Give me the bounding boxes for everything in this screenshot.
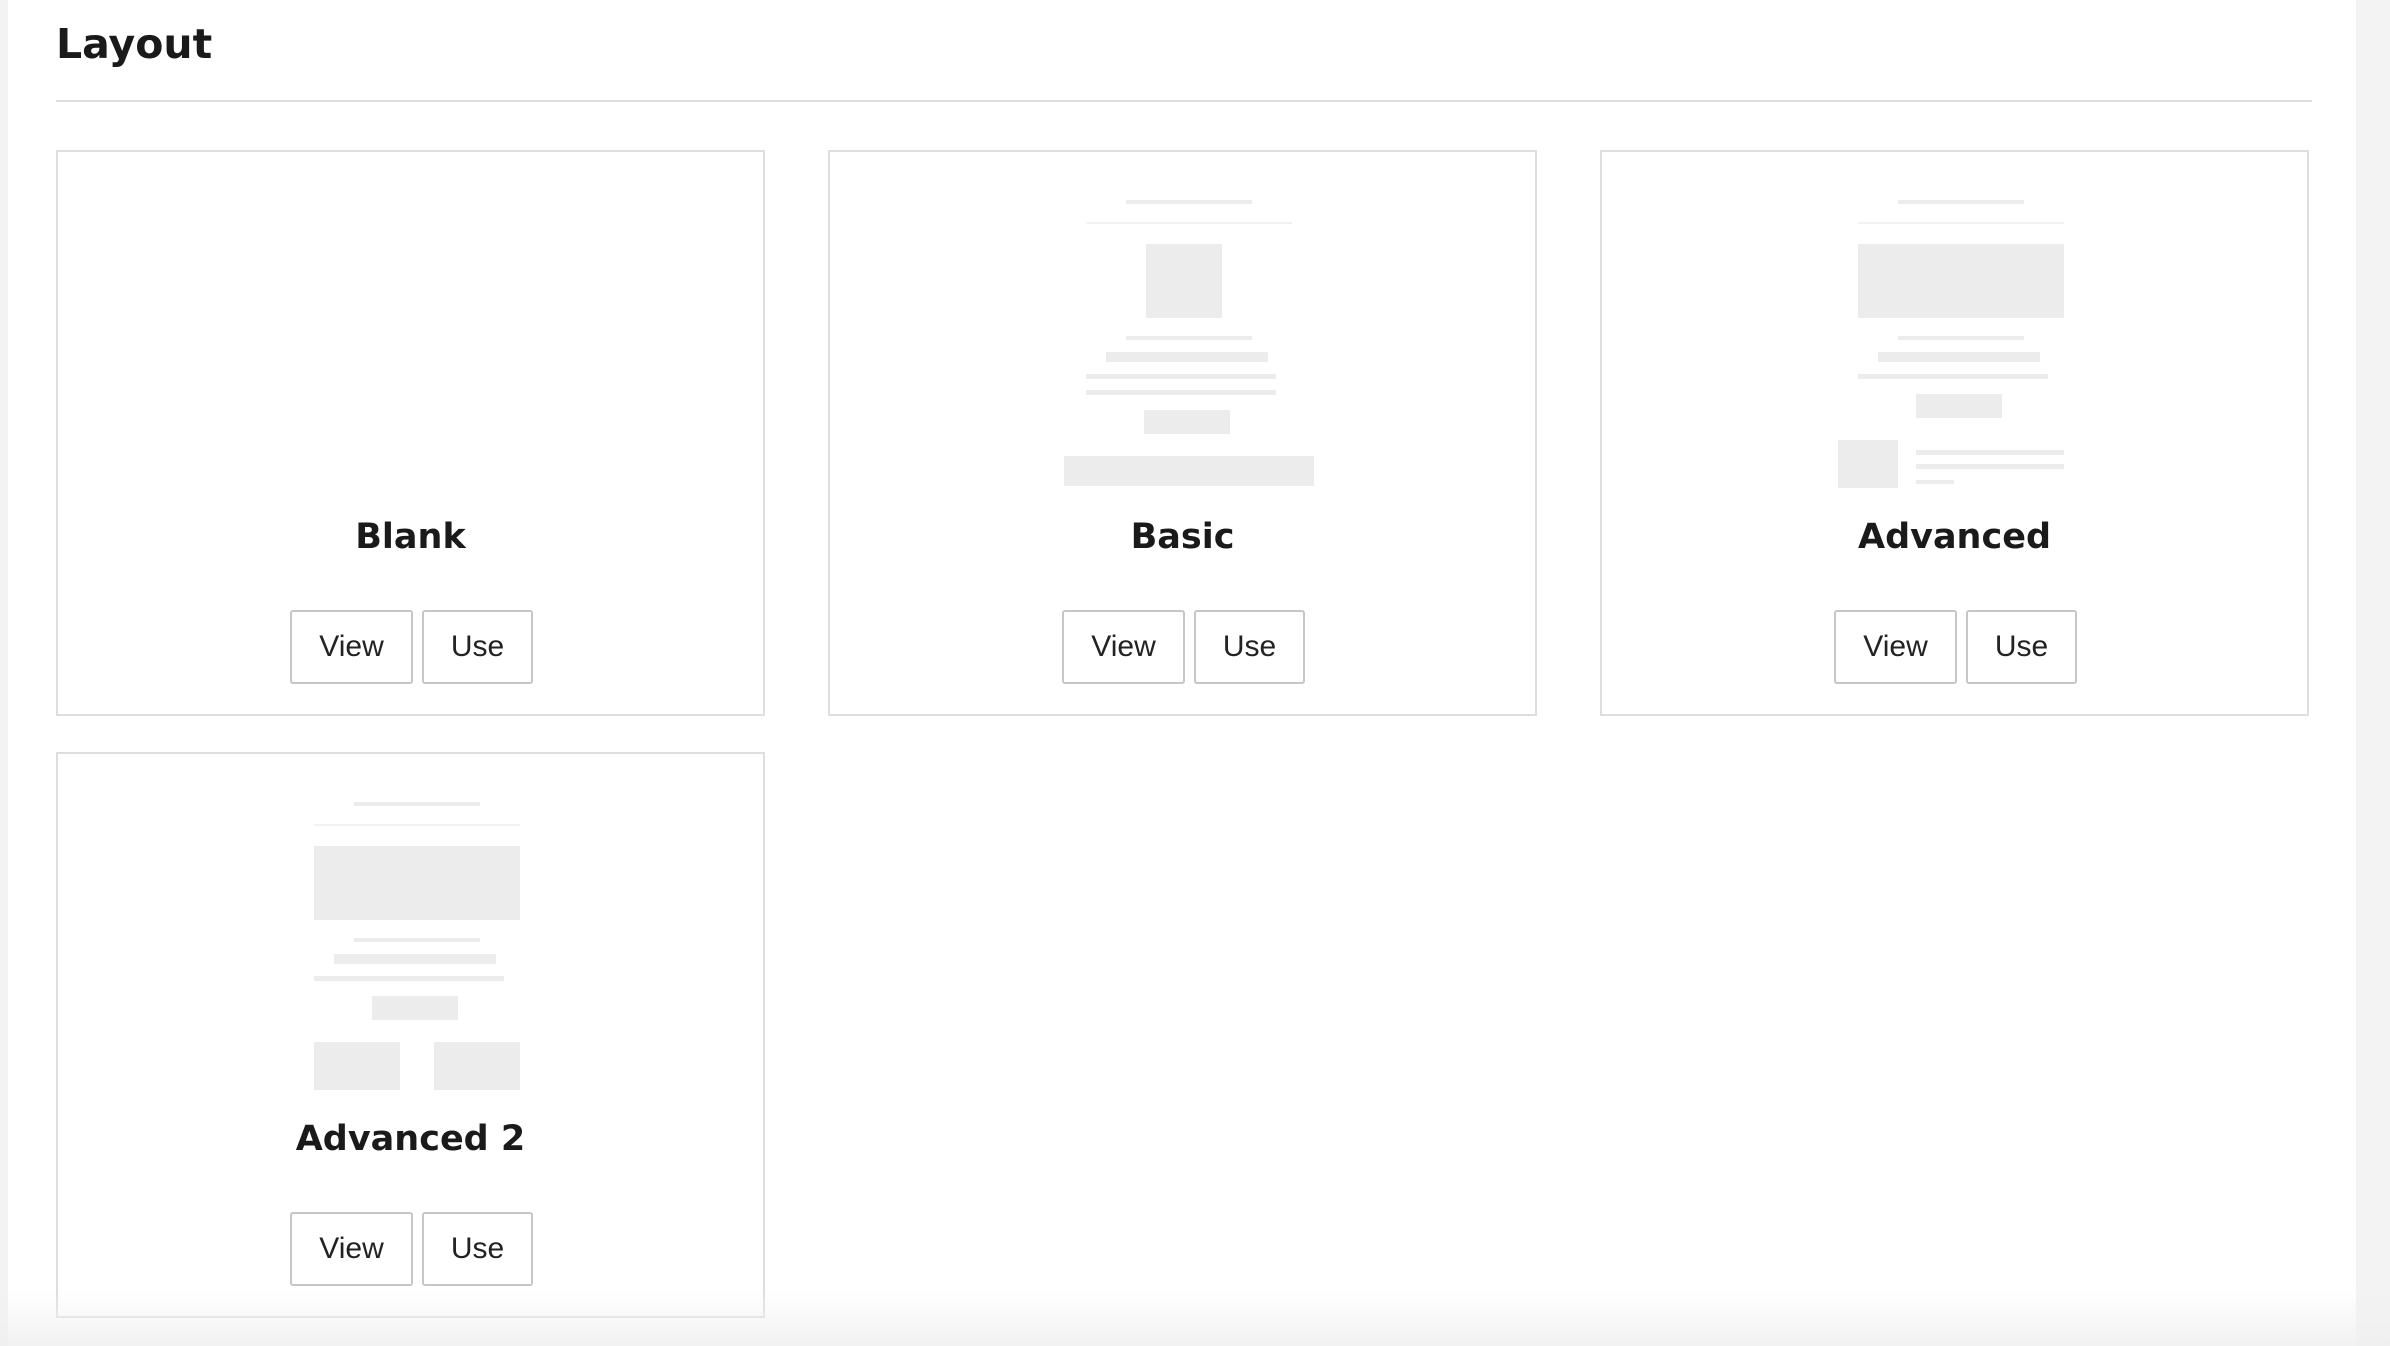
use-button-advanced-2[interactable]: Use — [422, 1212, 533, 1286]
view-button-blank[interactable]: View — [290, 610, 413, 684]
use-button-basic[interactable]: Use — [1194, 610, 1305, 684]
layout-card-title: Advanced 2 — [295, 1119, 526, 1159]
layout-card-title: Advanced — [1857, 517, 2052, 557]
view-button-advanced-2[interactable]: View — [290, 1212, 413, 1286]
layout-card-basic: Basic View Use — [828, 150, 1537, 716]
layout-card-blank: Blank View Use — [56, 150, 765, 716]
view-button-advanced[interactable]: View — [1834, 610, 1957, 684]
layout-card-title: Basic — [1130, 517, 1235, 557]
page-title: Layout — [56, 20, 213, 68]
layout-card-title: Blank — [355, 517, 466, 557]
title-divider — [56, 100, 2312, 102]
layout-card-advanced-2: Advanced 2 View Use — [56, 752, 765, 1318]
layout-card-advanced: Advanced View Use — [1600, 150, 2309, 716]
view-button-basic[interactable]: View — [1062, 610, 1185, 684]
use-button-advanced[interactable]: Use — [1966, 610, 2077, 684]
use-button-blank[interactable]: Use — [422, 610, 533, 684]
layout-panel: Layout Blank View Use Basic View Use Adv… — [8, 0, 2356, 1346]
